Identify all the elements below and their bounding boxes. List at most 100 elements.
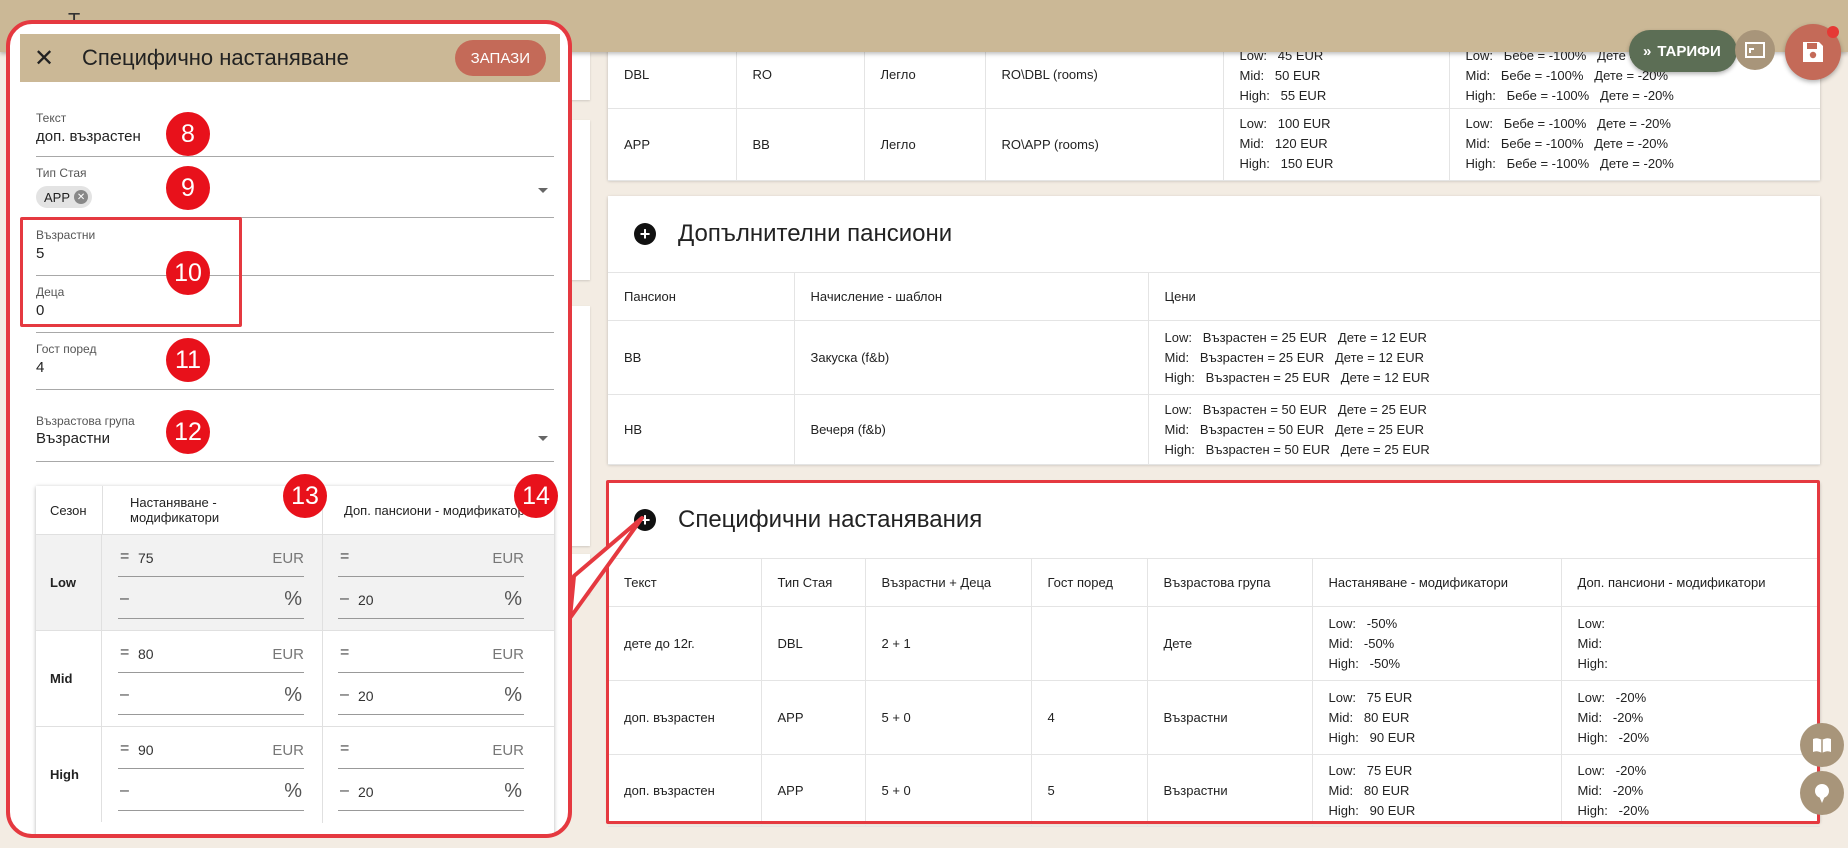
fixed-price-input[interactable]: = EUR (338, 633, 524, 673)
text-cell: доп. възрастен (608, 680, 762, 755)
table-row[interactable]: доп. възрастен APP 5 + 0 4 Възрастни Low… (608, 680, 1820, 755)
minus-sign: – (340, 782, 349, 799)
percent-input[interactable]: –% (118, 579, 304, 619)
percent-label: % (504, 684, 522, 706)
percent-label: % (284, 780, 302, 802)
guide-fab[interactable] (1800, 723, 1844, 767)
double-chevron-icon: » (1643, 42, 1652, 60)
price-line: High: Възрастен = 50 EUR Дете = 25 EUR (1164, 441, 1430, 457)
age-group-select[interactable]: Възрастова група Възрастни (36, 414, 554, 462)
percent-input[interactable]: –% (118, 771, 304, 811)
fixed-price-value: 90 (138, 742, 154, 758)
percent-input[interactable]: –20% (338, 579, 524, 619)
fixed-price-input[interactable]: = 90 EUR (118, 729, 304, 769)
modifier-line: Low: Бебе = -100% Дете = -20% (1465, 116, 1671, 131)
help-fab[interactable] (1800, 771, 1844, 815)
adults-field[interactable]: Възрастни 5 (36, 228, 554, 276)
children-value: 0 (36, 302, 45, 319)
modifier-line: High: (1577, 655, 1608, 671)
step-badge: 10 (166, 251, 210, 295)
specific-accommodation-panel: ✕ Специфично настаняване ЗАПАЗИ Текст до… (6, 20, 572, 838)
callout-pointer (568, 516, 644, 620)
currency-label: EUR (492, 742, 524, 759)
table-row[interactable]: BB Закуска (f&b) Low: Възрастен = 25 EUR… (608, 320, 1820, 395)
percent-value: 20 (358, 688, 374, 704)
percent-input[interactable]: –20% (338, 771, 524, 811)
equals-sign: = (340, 644, 350, 661)
column-header: Тип Стая (761, 558, 866, 607)
modifier-line: Mid: -20% (1577, 709, 1644, 725)
minus-sign: – (340, 686, 349, 703)
tariffs-button[interactable]: » ТАРИФИ (1629, 30, 1737, 72)
guest-order-field[interactable]: Гост поред 4 (36, 342, 554, 390)
children-field[interactable]: Деца 0 (36, 285, 554, 333)
age-group-cell: Възрастни (1147, 680, 1313, 755)
room-type-chip[interactable]: APP ✕ (36, 186, 93, 208)
adults-children-cell: 5 + 0 (865, 754, 1032, 827)
minus-sign: – (120, 590, 129, 607)
modifier-line: High: -20% (1577, 729, 1650, 745)
step-badge: 9 (166, 166, 210, 210)
text-field-value: доп. възрастен (36, 128, 141, 145)
adults-label: Възрастни (36, 228, 96, 242)
percent-input[interactable]: –20% (338, 675, 524, 715)
room-type-chip-label: APP (44, 189, 71, 205)
price-line: Mid: 50 EUR (1239, 67, 1321, 83)
extra-boards-table: Пансион Начисление - шаблон Цени BB Заку… (608, 272, 1820, 465)
chip-remove-icon[interactable]: ✕ (74, 190, 89, 204)
price-line: Low: Възрастен = 50 EUR Дете = 25 EUR (1164, 401, 1427, 417)
guest-order-cell: 5 (1031, 754, 1148, 827)
add-extra-board-icon[interactable]: + (634, 223, 656, 245)
room-type-select[interactable]: Тип Стая APP ✕ (36, 166, 554, 218)
fixed-price-input[interactable]: = EUR (338, 537, 524, 577)
step-badge: 12 (166, 410, 210, 454)
column-header: Гост поред (1031, 558, 1148, 607)
minus-sign: – (340, 590, 349, 607)
table-header-row: Текст Тип Стая Възрастни + Деца Гост пор… (608, 558, 1820, 607)
column-header: Възрастни + Деца (865, 558, 1032, 607)
table-row[interactable]: доп. възрастен APP 5 + 0 5 Възрастни Low… (608, 754, 1820, 827)
season-label: High (36, 727, 102, 822)
room-type-cell: APP (608, 108, 737, 181)
modifier-line: Low: -20% (1577, 689, 1647, 705)
step-badge: 8 (166, 112, 210, 156)
modifier-line: High: 90 EUR (1328, 729, 1416, 745)
accommodation-modifiers-cell: Low: 75 EUR Mid: 80 EUR High: 90 EUR (1312, 680, 1562, 755)
season-row-low: Low = 75 EUR –% = EUR –20% (36, 534, 554, 631)
fixed-price-input[interactable]: = EUR (338, 729, 524, 769)
notification-dot (1827, 26, 1839, 38)
adults-children-cell: 5 + 0 (865, 680, 1032, 755)
season-row-mid: Mid = 80 EUR –% = EUR –20% (36, 630, 554, 727)
text-cell: доп. възрастен (608, 754, 762, 827)
fixed-price-input[interactable]: = 75 EUR (118, 537, 304, 577)
equals-sign: = (340, 740, 350, 757)
column-header: Настаняване - модификатори (1312, 558, 1562, 607)
percent-label: % (284, 684, 302, 706)
modifier-line: Low: 75 EUR (1328, 762, 1413, 778)
modifier-line: High: Бебе = -100% Дете = -20% (1465, 87, 1674, 103)
fixed-price-input[interactable]: = 80 EUR (118, 633, 304, 673)
minus-sign: – (120, 782, 129, 799)
specific-accommodations-title: Специфични настанявания (678, 506, 983, 533)
age-group-cell: Възрастни (1147, 754, 1313, 827)
table-row[interactable]: HB Вечеря (f&b) Low: Възрастен = 50 EUR … (608, 394, 1820, 465)
step-badge: 13 (283, 474, 327, 518)
season-header: Сезон (50, 502, 87, 518)
room-type-label: Тип Стая (36, 166, 87, 180)
divider (322, 631, 323, 727)
percent-input[interactable]: –% (118, 675, 304, 715)
adults-value: 5 (36, 245, 45, 262)
save-button[interactable]: ЗАПАЗИ (454, 40, 546, 76)
board-cell: BB (608, 320, 795, 395)
room-type-cell: DBL (761, 606, 866, 681)
divider (102, 486, 103, 534)
close-icon[interactable]: ✕ (20, 44, 68, 73)
text-field[interactable]: Текст доп. възрастен (36, 111, 554, 157)
table-row[interactable]: дете до 12г. DBL 2 + 1 Дете Low: -50% Mi… (608, 606, 1820, 681)
modifier-line: High: 90 EUR (1328, 802, 1416, 818)
table-row[interactable]: APP BB Легло RO\APP (rooms) Low: 100 EUR… (608, 108, 1820, 181)
fullscreen-button[interactable] (1735, 30, 1775, 70)
save-fab[interactable] (1785, 24, 1841, 80)
modifier-line: High: -20% (1577, 802, 1650, 818)
extra-board-modifiers-cell: Low: -20% Mid: -20% High: -20% (1561, 754, 1820, 827)
